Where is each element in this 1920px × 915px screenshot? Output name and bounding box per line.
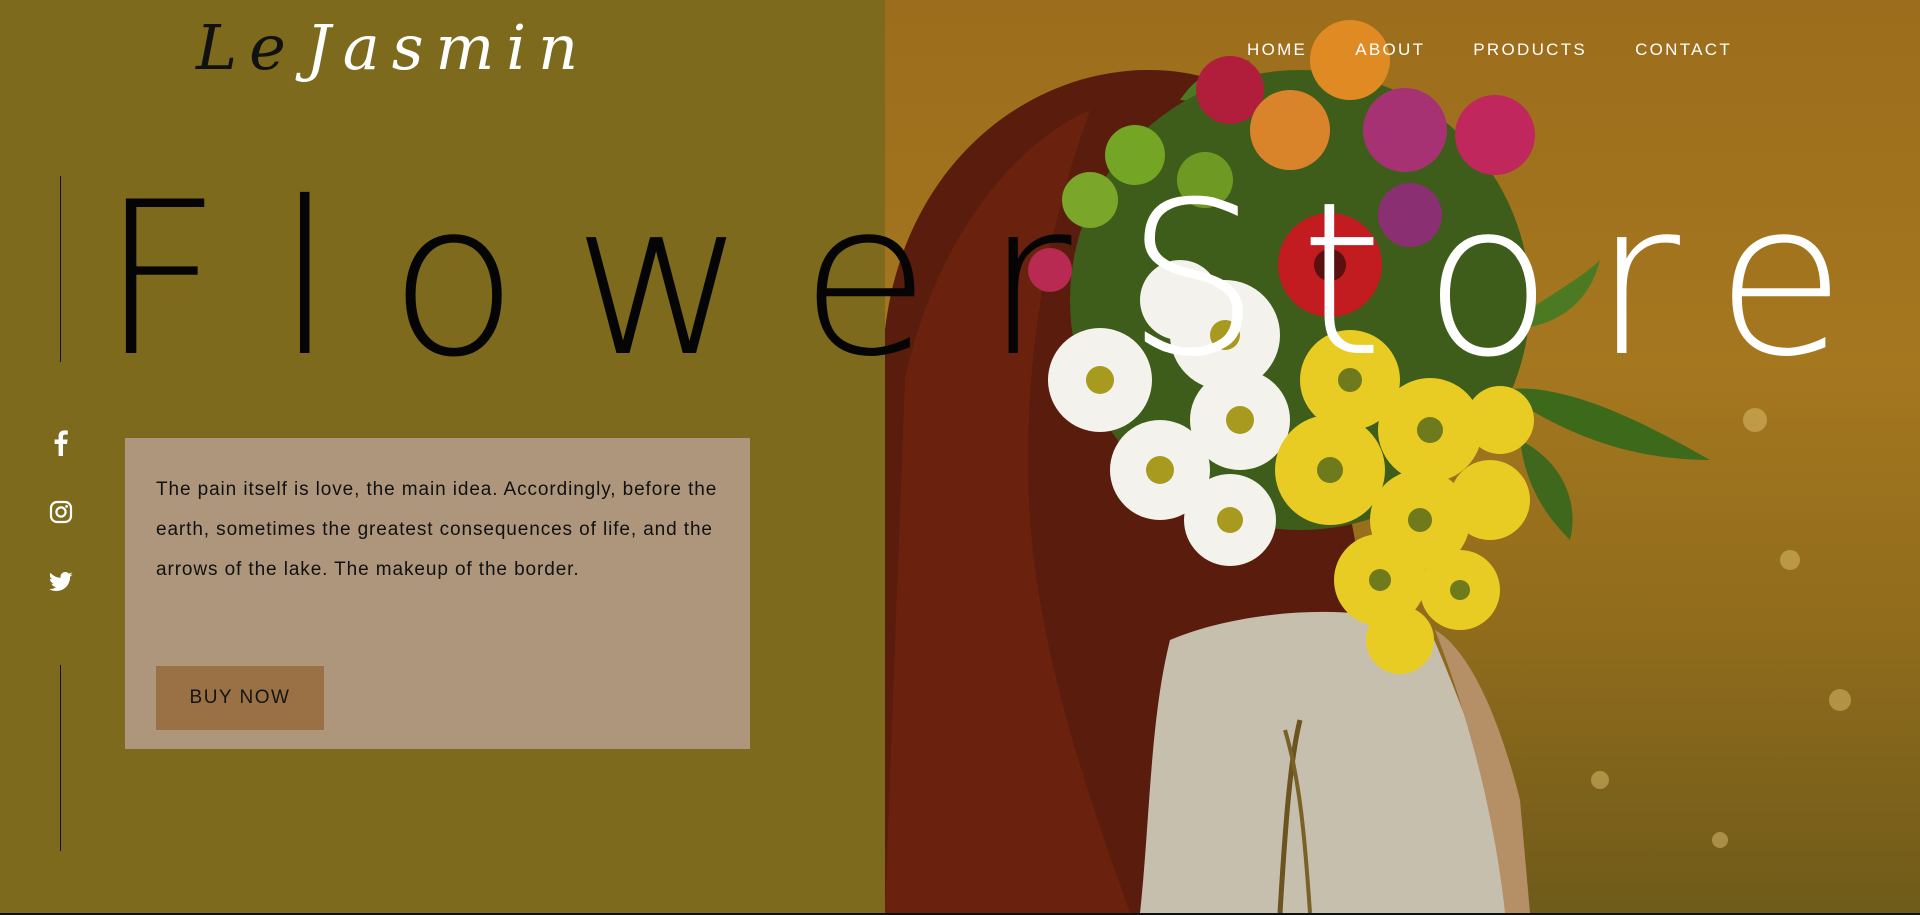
hero-headline: FlowerStore (100, 165, 1886, 395)
nav-link-about[interactable]: ABOUT (1355, 38, 1425, 62)
instagram-icon[interactable] (46, 497, 76, 527)
site-logo[interactable]: Le Jasmin (196, 0, 590, 98)
twitter-icon[interactable] (46, 567, 76, 597)
headline-word-store: Store (1125, 156, 1886, 403)
nav-link-contact[interactable]: CONTACT (1635, 38, 1732, 62)
hero-image-woman-with-bouquet (885, 0, 1920, 913)
nav-link-products[interactable]: PRODUCTS (1473, 38, 1587, 62)
buy-now-button[interactable]: BUY NOW (156, 666, 324, 730)
vertical-divider-bottom (60, 665, 61, 851)
facebook-icon[interactable] (46, 428, 76, 458)
headline-word-flower: Flower (100, 156, 1126, 403)
logo-text-jasmin: Jasmin (305, 11, 591, 84)
vertical-divider-top (60, 176, 61, 362)
hero-info-card: The pain itself is love, the main idea. … (125, 438, 750, 749)
main-navigation: HOME ABOUT PRODUCTS CONTACT (1247, 38, 1780, 62)
landing-page: Le Jasmin HOME ABOUT PRODUCTS CONTACT Flo… (0, 0, 1920, 915)
nav-link-home[interactable]: HOME (1247, 38, 1307, 62)
hero-description: The pain itself is love, the main idea. … (156, 479, 718, 580)
logo-text-le: Le (196, 11, 298, 84)
